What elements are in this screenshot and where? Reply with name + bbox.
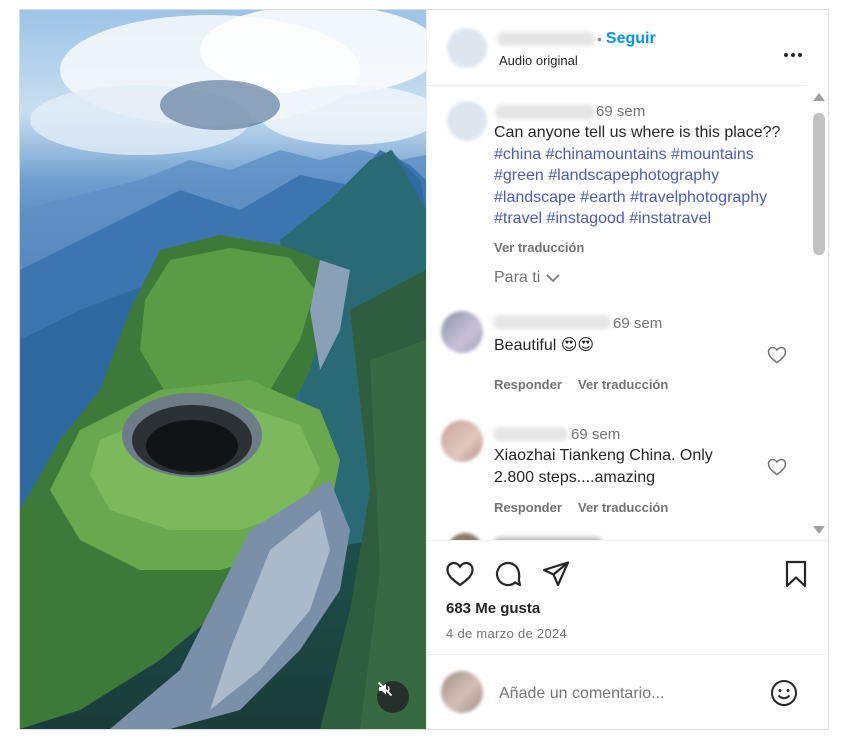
post-actions-bar: 683 Me gusta 4 de marzo de 2024: [427, 540, 829, 654]
comment-bubble-icon[interactable]: [493, 559, 523, 589]
comment-input[interactable]: [499, 685, 749, 703]
speaker-muted-icon: [377, 681, 393, 697]
audio-label[interactable]: Audio original: [499, 53, 578, 68]
heart-icon[interactable]: [445, 559, 475, 589]
comment-translate-link[interactable]: Ver traducción: [578, 377, 668, 392]
reply-button[interactable]: Responder: [494, 500, 562, 515]
caption-author-avatar[interactable]: [447, 101, 487, 141]
smiley-icon[interactable]: [770, 679, 798, 707]
comment-avatar[interactable]: [441, 311, 483, 353]
comment-filter-dropdown[interactable]: Para ti: [494, 269, 560, 287]
caption-hashtags-2[interactable]: #green #landscapephotography: [494, 165, 719, 187]
comment-avatar[interactable]: [441, 420, 483, 462]
more-options-icon[interactable]: [784, 44, 806, 57]
comment-filter-label: Para ti: [494, 269, 541, 286]
mute-toggle-button[interactable]: [377, 681, 409, 713]
comment-text: Beautiful 😍😍: [494, 337, 595, 354]
author-username[interactable]: [497, 32, 595, 46]
add-comment-bar: [427, 654, 829, 729]
caption-time: 69 sem: [596, 103, 646, 120]
post-media-video[interactable]: [20, 10, 426, 729]
scroll-up-arrow-icon[interactable]: [813, 93, 825, 101]
caption-hashtags-4[interactable]: #travel #instagood #instatravel: [494, 208, 711, 230]
follow-button[interactable]: Seguir: [606, 30, 656, 48]
comments-scrollbar[interactable]: [809, 87, 827, 540]
chevron-down-icon: [546, 274, 560, 283]
post-dialog: • Seguir Audio original 69 sem Can anyon…: [19, 9, 829, 730]
separator-dot: •: [597, 31, 602, 47]
comment-avatar[interactable]: [447, 533, 483, 540]
post-details-panel: • Seguir Audio original 69 sem Can anyon…: [426, 10, 829, 729]
post-header: • Seguir Audio original: [427, 10, 807, 86]
caption-translate-link[interactable]: Ver traducción: [494, 240, 584, 255]
comment-like-heart-icon[interactable]: [767, 346, 787, 364]
scroll-down-arrow-icon[interactable]: [813, 526, 825, 534]
paper-plane-icon[interactable]: [541, 559, 571, 589]
comments-list[interactable]: 69 sem Can anyone tell us where is this …: [427, 87, 829, 540]
caption-hashtags-1[interactable]: #china #chinamountains #mountains: [494, 144, 754, 166]
author-avatar[interactable]: [447, 28, 487, 68]
comment-author-username[interactable]: [493, 427, 568, 441]
landscape-image: [20, 10, 426, 729]
caption-hashtags-3[interactable]: #landscape #earth #travelphotography: [494, 187, 767, 209]
comment-time: 69 sem: [613, 315, 663, 332]
current-user-avatar: [441, 671, 483, 713]
caption-text: Can anyone tell us where is this place??: [494, 124, 781, 141]
comment-translate-link[interactable]: Ver traducción: [578, 500, 668, 515]
reply-button[interactable]: Responder: [494, 377, 562, 392]
comment-like-heart-icon[interactable]: [767, 458, 787, 476]
comment-author-username[interactable]: [493, 315, 611, 329]
comment-time: 69 sem: [571, 426, 621, 443]
likes-count[interactable]: 683 Me gusta: [446, 600, 540, 617]
follow-row: • Seguir: [597, 30, 656, 48]
bookmark-icon[interactable]: [781, 559, 811, 589]
post-date: 4 de marzo de 2024: [446, 626, 568, 641]
caption-author-username[interactable]: [495, 105, 595, 119]
comment-text-line-2: 2.800 steps....amazing: [494, 469, 655, 486]
scrollbar-thumb[interactable]: [813, 113, 825, 255]
comment-text-line-1: Xiaozhai Tiankeng China. Only: [494, 447, 713, 464]
